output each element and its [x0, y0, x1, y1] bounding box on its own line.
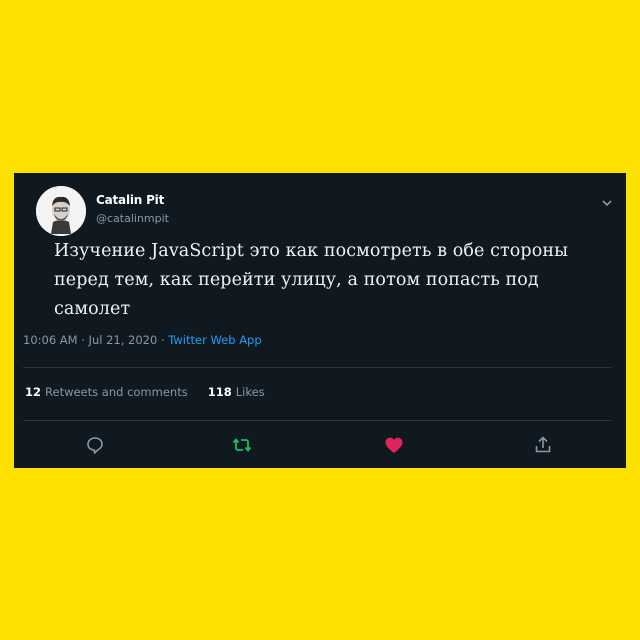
likes-stat[interactable]: 118 Likes: [208, 385, 265, 399]
divider: [23, 367, 612, 368]
retweets-label: Retweets and comments: [45, 385, 188, 399]
likes-count: 118: [207, 385, 232, 399]
tweet-meta: 10:06 AM · Jul 21, 2020 · Twitter Web Ap…: [23, 333, 262, 347]
likes-label: Likes: [235, 385, 265, 399]
engagement-stats: 12 Retweets and comments 118 Likes: [25, 385, 265, 399]
retweet-icon[interactable]: [231, 434, 253, 456]
retweets-stat[interactable]: 12 Retweets and comments: [25, 385, 188, 399]
share-icon[interactable]: [532, 434, 554, 456]
reply-icon[interactable]: [84, 434, 106, 456]
retweets-count: 12: [25, 385, 42, 399]
handle[interactable]: @catalinmpit: [96, 212, 169, 225]
timestamp[interactable]: 10:06 AM · Jul 21, 2020 ·: [23, 333, 168, 347]
tweet-text: Изучение JavaScript это как посмотреть в…: [54, 241, 569, 319]
chevron-down-icon[interactable]: [600, 193, 614, 207]
divider: [23, 420, 612, 421]
source-link[interactable]: Twitter Web App: [168, 333, 261, 347]
heart-icon[interactable]: [383, 434, 405, 456]
display-name[interactable]: Catalin Pit: [96, 193, 164, 207]
avatar[interactable]: [36, 186, 86, 236]
tweet-card: Catalin Pit @catalinmpit Изучение JavaSc…: [14, 173, 626, 468]
